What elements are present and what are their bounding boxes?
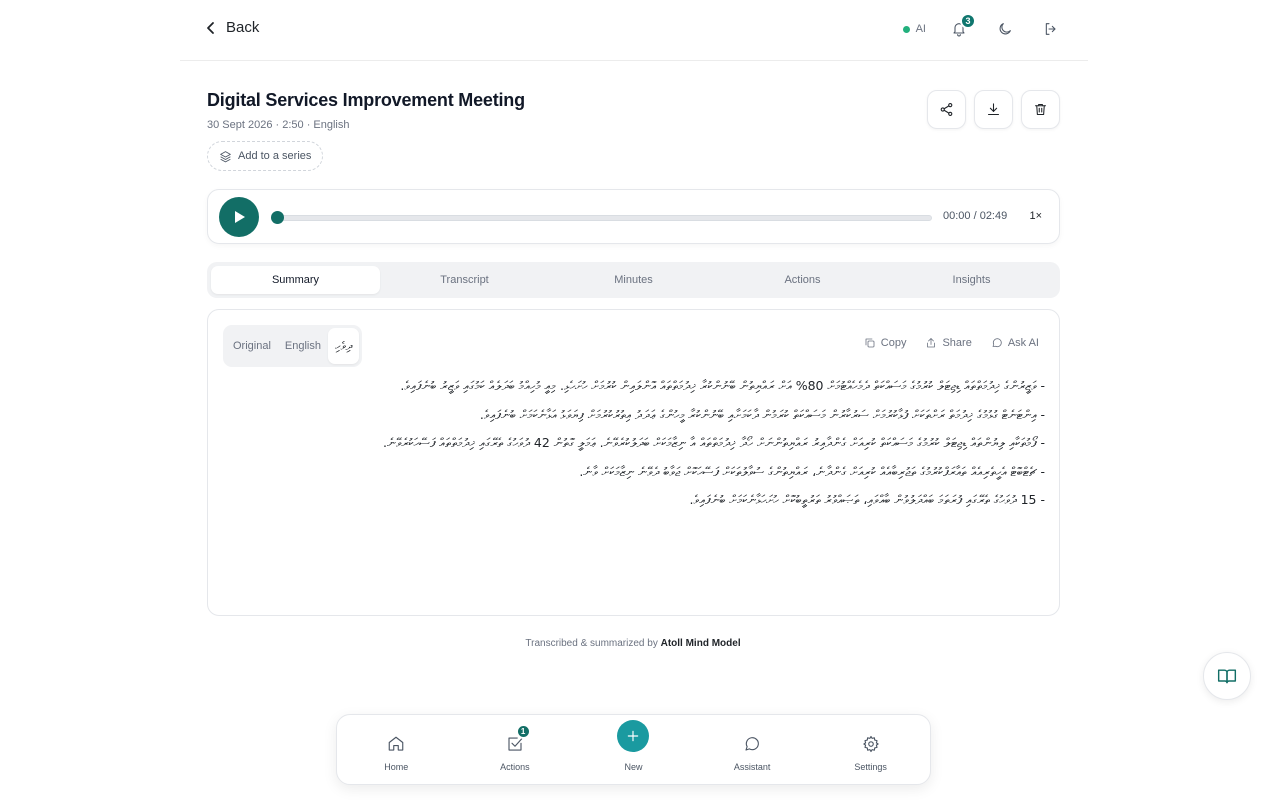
open-book-button[interactable] [1203,652,1251,700]
language-original[interactable]: Original [226,328,278,364]
playback-speed-button[interactable]: 1× [1029,210,1042,222]
ai-status: AI [902,23,926,35]
nav-settings-label: Settings [854,762,887,772]
summary-actions: Copy Share Ask AI [864,337,1039,349]
copy-button[interactable]: Copy [864,337,907,349]
nav-assistant[interactable]: Assistant [693,715,812,784]
layers-icon [220,150,231,162]
plus-icon [628,730,639,742]
download-button[interactable] [974,90,1013,129]
ai-status-label: AI [915,23,926,35]
gear-icon [862,735,879,753]
tab-actions[interactable]: Actions [718,266,887,294]
progress-thumb[interactable] [271,211,284,224]
language-english[interactable]: English [278,328,328,364]
chat-icon [745,737,759,751]
share-label: Share [942,337,972,349]
play-button[interactable] [219,197,259,237]
chevron-left-icon [207,21,214,34]
book-open-icon [1217,669,1237,684]
back-label: Back [226,19,260,36]
copy-label: Copy [880,337,907,349]
chat-bubble-icon [992,338,1002,348]
model-name: Atoll Mind Model [660,638,741,649]
add-to-series-button[interactable]: Add to a series [207,141,324,171]
new-button[interactable] [617,720,650,752]
summary-item: - ވަޒީރުންގެ ޚިދުމަތްތައް ޑިޖިޓަލް ކުރުމ… [400,378,1045,393]
download-icon [987,103,1000,116]
nav-actions-badge: 1 [515,724,531,739]
tab-minutes[interactable]: Minutes [549,266,718,294]
attribution-note: Transcribed & summarized by Atoll Mind M… [0,638,1266,649]
delete-button[interactable] [1021,90,1060,129]
ask-ai-button[interactable]: Ask AI [991,337,1039,349]
summary-card: Original English ދިވެހި Copy Share Ask A… [207,309,1060,616]
language-dhivehi[interactable]: ދިވެހި [327,328,360,364]
progress-track[interactable] [271,211,932,224]
content-tabs: Summary Transcript Minutes Actions Insig… [207,262,1060,298]
logout-button[interactable] [1038,14,1064,44]
notifications-button[interactable]: 3 [946,13,976,44]
top-bar: Back AI 3 [180,0,1088,61]
nav-home[interactable]: Home [337,715,456,784]
copy-icon [865,338,875,348]
trash-icon [1034,103,1047,116]
language-switch: Original English ދިވެހި [223,325,363,367]
header-actions [927,90,1060,129]
tab-transcript[interactable]: Transcript [380,266,549,294]
play-icon [235,211,245,223]
notification-badge: 3 [960,13,976,29]
summary-item: - ޗެޓްބޮޓް އެހީތެރިއެއް ތައާރަފްކުރުމުގެ… [579,463,1045,479]
share-summary-button[interactable]: Share [925,337,972,349]
nav-actions[interactable]: 1 Actions [456,715,575,784]
nav-assistant-label: Assistant [733,762,771,772]
home-icon [388,736,404,751]
attribution-prefix: Transcribed & summarized by [525,638,658,649]
summary-item: - ފޯމުތަކާއި ލިޔުންތައް ޑިޖިޓަލް ކުރުމުގ… [383,435,1045,450]
audio-player: 00:00 / 02:49 1× [207,189,1060,244]
status-dot-icon [902,25,910,33]
back-button[interactable]: Back [204,19,259,36]
share-button[interactable] [927,90,966,129]
add-to-series-label: Add to a series [238,150,312,162]
ask-ai-label: Ask AI [1007,337,1039,349]
bottom-nav: Home 1 Actions New Assistant Settings [336,714,931,785]
meeting-header: Digital Services Improvement Meeting 30 … [207,90,1060,171]
upload-share-icon [927,338,936,348]
top-actions: AI 3 [902,13,1064,44]
summary-list: - ވަޒީރުންގެ ޚިދުމަތްތައް ޑިޖިޓަލް ކުރުމ… [232,372,1045,515]
tab-insights[interactable]: Insights [887,266,1056,294]
nav-actions-label: Actions [500,762,530,772]
playback-time: 00:00 / 02:49 [943,210,1008,222]
nav-home-label: Home [384,762,409,772]
share-nodes-icon [940,103,953,116]
logout-icon [1045,23,1056,35]
nav-new-label: New [624,762,643,772]
tab-summary[interactable]: Summary [211,266,380,294]
nav-new[interactable]: New [574,715,693,784]
moon-icon [999,23,1011,35]
theme-toggle-button[interactable] [992,14,1018,44]
summary-item: - އިންޓަނެޓް ގުޅުމުގެ ޚިދުމަތް ރަށްތަކަށ… [479,406,1045,422]
nav-settings[interactable]: Settings [811,715,930,784]
summary-item: - 15 ދުވަހުގެ ތެރޭގައި ފުރަތަމަ ބައްދަލު… [689,492,1046,507]
